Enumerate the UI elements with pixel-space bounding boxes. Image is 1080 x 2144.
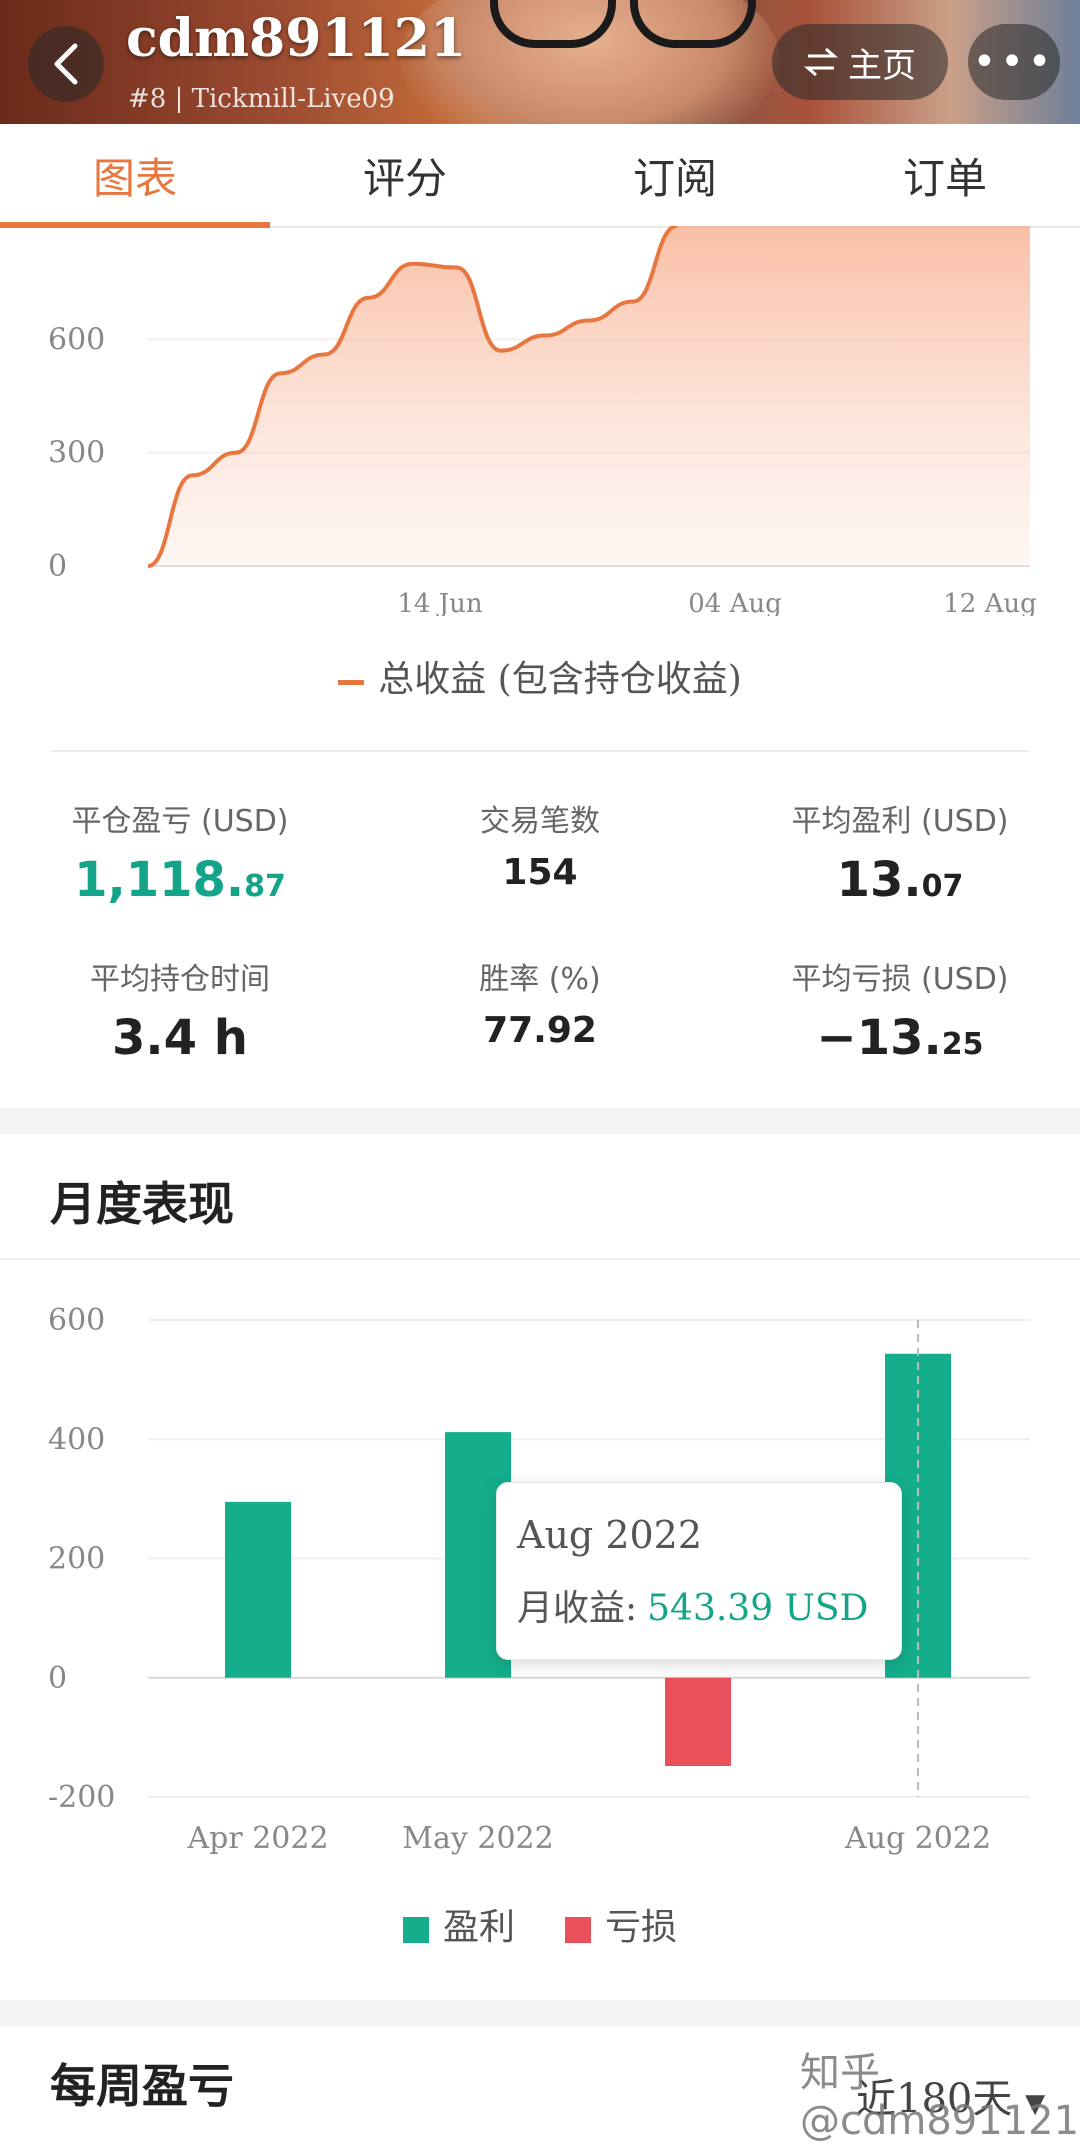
y-tick-label: 0 (48, 549, 67, 584)
swap-icon (804, 47, 838, 77)
y-tick-label: 200 (48, 1542, 105, 1577)
stat-label: 平均盈利 (USD) (791, 804, 1009, 839)
stat-value: 77.92 (483, 1010, 597, 1051)
x-tick-label: 14 Jun (397, 589, 483, 616)
tooltip-row: 月收益: 543.39 USD (517, 1579, 868, 1631)
profile-header: cdm891121 #8 | Tickmill-Live09 主页 ••• (0, 0, 1080, 124)
x-tick-label: May 2022 (402, 1821, 553, 1856)
stat-value: 13.07 (836, 852, 964, 908)
total-profit-chart[interactable]: 0 300 600 14 Jun 04 Aug 12 Aug (0, 226, 1080, 616)
monthly-title: 月度表现 (50, 1177, 234, 1231)
more-button[interactable]: ••• (968, 24, 1060, 100)
legend-profit-label: 盈利 (442, 1907, 515, 1948)
account-subtitle: #8 | Tickmill-Live09 (128, 84, 395, 114)
stat-avg-profit: 平均盈利 (USD) 13.07 (720, 796, 1080, 908)
x-tick-label: 04 Aug (688, 589, 782, 616)
y-tick-label: -200 (48, 1780, 115, 1815)
weekly-title: 每周盈亏 (50, 2059, 234, 2113)
divider (0, 1258, 1080, 1260)
section-separator (0, 1108, 1080, 1134)
y-tick-label: 600 (48, 1303, 105, 1338)
stat-win-rate: 胜率 (%) 77.92 (360, 954, 720, 1051)
more-icon: ••• (972, 39, 1056, 85)
x-tick-label: 12 Aug (943, 589, 1037, 616)
stat-avg-loss: 平均亏损 (USD) −13.25 (720, 954, 1080, 1066)
tab-chart[interactable]: 图表 (0, 124, 270, 228)
legend-profit-swatch (402, 1917, 429, 1943)
x-tick-label: Aug 2022 (844, 1821, 991, 1856)
profit-bar (225, 1501, 291, 1678)
stat-value: −13.25 (816, 1010, 984, 1066)
y-tick-label: 300 (48, 436, 105, 471)
watermark: 知乎 @cdm891121 (800, 2050, 1080, 2144)
stat-value: 1,118.87 (74, 852, 286, 908)
legend-line-swatch (338, 679, 365, 685)
tab-score[interactable]: 评分 (270, 124, 540, 226)
y-tick-label: 0 (48, 1661, 67, 1696)
loss-bar (665, 1677, 731, 1766)
legend-line-label: 总收益 (包含持仓收益) (378, 659, 742, 700)
back-button[interactable] (28, 26, 104, 102)
stat-trades: 交易笔数 154 (360, 796, 720, 893)
legend-loss[interactable]: 亏损 (565, 1898, 677, 1950)
tooltip-value: 543.39 USD (647, 1588, 869, 1629)
divider (50, 750, 1030, 752)
tooltip-label: 月收益: (517, 1588, 638, 1629)
line-legend: 总收益 (包含持仓收益) (0, 650, 1080, 702)
stat-avg-hold: 平均持仓时间 3.4 h (0, 954, 360, 1066)
stat-label: 交易笔数 (480, 804, 600, 839)
tab-subscribe[interactable]: 订阅 (540, 124, 810, 226)
home-label: 主页 (848, 45, 916, 86)
stat-value: 154 (502, 852, 578, 893)
legend-profit[interactable]: 盈利 (402, 1898, 515, 1950)
y-tick-label: 600 (48, 322, 105, 357)
tab-orders[interactable]: 订单 (810, 124, 1080, 226)
tooltip-month: Aug 2022 (517, 1513, 703, 1557)
chart-tooltip: Aug 2022 月收益: 543.39 USD (496, 1482, 902, 1660)
section-separator (0, 2000, 1080, 2026)
y-tick-label: 400 (48, 1422, 105, 1457)
home-button[interactable]: 主页 (772, 24, 948, 100)
stat-value: 3.4 h (112, 1010, 248, 1066)
trader-name: cdm891121 (126, 8, 467, 69)
x-tick-label: Apr 2022 (186, 1821, 328, 1856)
legend-loss-swatch (565, 1917, 591, 1943)
tab-bar: 图表 评分 订阅 订单 (0, 124, 1080, 228)
stat-label: 平仓盈亏 (USD) (71, 804, 289, 839)
legend-loss-label: 亏损 (605, 1907, 678, 1948)
stat-closed-pnl: 平仓盈亏 (USD) 1,118.87 (0, 796, 360, 908)
chevron-left-icon (54, 43, 78, 85)
bar-legend: 盈利 亏损 (0, 1898, 1080, 1950)
profit-area (148, 226, 1030, 566)
stat-label: 平均持仓时间 (90, 962, 270, 997)
stat-label: 平均亏损 (USD) (791, 962, 1009, 997)
stat-label: 胜率 (%) (479, 962, 601, 997)
